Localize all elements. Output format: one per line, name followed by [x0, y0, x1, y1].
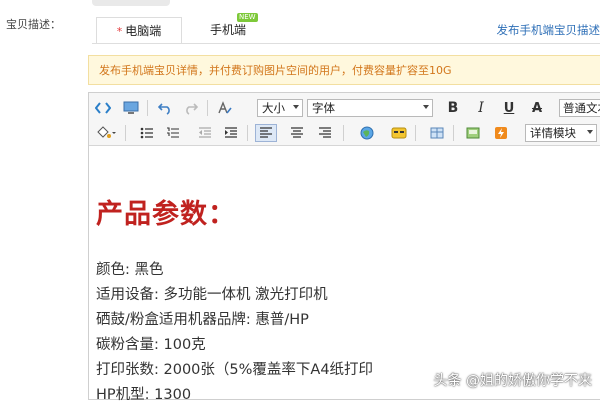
text-format-icon[interactable]	[215, 99, 235, 117]
required-mark: *	[117, 25, 123, 38]
outdent-icon[interactable]	[195, 124, 215, 142]
redo-icon[interactable]	[181, 99, 201, 117]
notice-banner: 发布手机端宝贝详情，并付费订购图片空间的用户，付费容量扩容至10G	[88, 55, 600, 85]
paragraph-format-select[interactable]: 普通文本	[559, 99, 600, 117]
underline-button[interactable]: U	[499, 99, 519, 117]
numbered-list-icon[interactable]	[163, 124, 183, 142]
paint-bucket-icon[interactable]	[93, 124, 119, 142]
field-label: 宝贝描述：	[6, 16, 61, 32]
editor-toolbar: 大小 字体 B I U A 普通文本	[89, 93, 600, 146]
tab-mobile-label: 手机端	[210, 23, 246, 37]
font-size-value: 大小	[262, 101, 285, 115]
tab-pc[interactable]: *电脑端	[96, 17, 182, 44]
font-family-value: 字体	[312, 101, 335, 115]
italic-button[interactable]: I	[471, 99, 491, 117]
param-line: HP机型: 1300	[96, 383, 191, 404]
bold-button[interactable]: B	[443, 99, 463, 117]
emoticon-icon[interactable]	[389, 124, 409, 142]
paragraph-format-value: 普通文本	[563, 101, 600, 115]
detail-module-value: 详情模块	[530, 126, 576, 140]
param-line: 打印张数: 2000张（5%覆盖率下A4纸打印	[96, 358, 373, 379]
detail-module-select[interactable]: 详情模块	[525, 124, 597, 142]
table-icon[interactable]	[427, 124, 447, 142]
tabs-divider	[92, 43, 600, 44]
new-badge: NEW	[237, 13, 258, 22]
strikethrough-button[interactable]: A	[527, 99, 547, 117]
monitor-icon[interactable]	[121, 99, 141, 117]
image-icon[interactable]	[463, 124, 483, 142]
param-line: 硒鼓/粉盒适用机器品牌: 惠普/HP	[96, 308, 309, 329]
flash-icon[interactable]	[491, 124, 511, 142]
font-size-select[interactable]: 大小	[257, 99, 303, 117]
param-line: 适用设备: 多功能一体机 激光打印机	[96, 283, 328, 304]
align-left-icon[interactable]	[255, 124, 277, 142]
align-right-icon[interactable]	[315, 124, 335, 142]
align-center-icon[interactable]	[287, 124, 307, 142]
top-strip	[92, 0, 170, 6]
font-family-select[interactable]: 字体	[307, 99, 433, 117]
globe-link-icon[interactable]	[357, 124, 377, 142]
bullet-list-icon[interactable]	[137, 124, 157, 142]
code-icon[interactable]	[93, 99, 113, 117]
indent-icon[interactable]	[221, 124, 241, 142]
tab-pc-label: 电脑端	[125, 24, 161, 38]
watermark: 头条 @姐的娇傲你学不来	[434, 370, 592, 390]
publish-mobile-link[interactable]: 发布手机端宝贝描述	[497, 17, 600, 43]
undo-icon[interactable]	[155, 99, 175, 117]
param-line: 碳粉含量: 100克	[96, 333, 206, 354]
description-tabs: *电脑端 手机端 NEW 发布手机端宝贝描述	[92, 14, 600, 44]
editor-content[interactable]: 产品参数： 颜色: 黑色 适用设备: 多功能一体机 激光打印机 硒鼓/粉盒适用机…	[96, 150, 596, 400]
param-line: 颜色: 黑色	[96, 258, 164, 279]
content-heading: 产品参数：	[96, 192, 236, 231]
